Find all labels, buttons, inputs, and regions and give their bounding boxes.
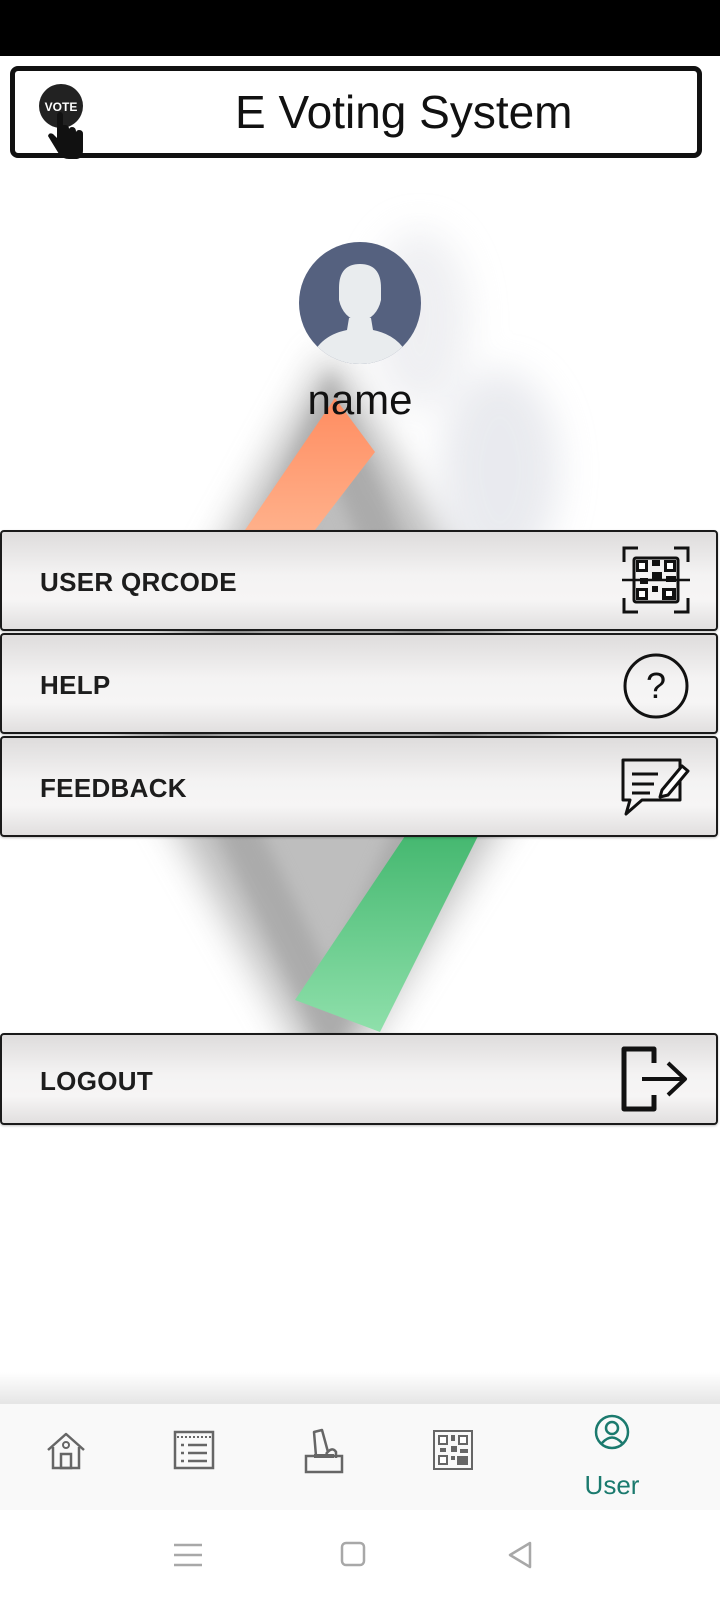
menu-item-label: LOGOUT <box>40 1066 154 1096</box>
user-qrcode-button[interactable]: USER QRCODE <box>0 530 718 631</box>
home-square-icon[interactable] <box>333 1540 373 1570</box>
menu-icon[interactable] <box>168 1540 208 1570</box>
menu-item-label: HELP <box>40 670 111 700</box>
system-nav-bar <box>0 1510 720 1600</box>
list-icon <box>173 1430 215 1470</box>
nav-qrcode[interactable] <box>392 1404 512 1510</box>
back-icon[interactable] <box>500 1540 540 1570</box>
profile-name: name <box>307 376 413 423</box>
nav-home[interactable] <box>6 1404 126 1510</box>
vote-logo-icon: VOTE <box>39 84 83 159</box>
help-icon: ? <box>623 653 689 719</box>
menu-item-label: FEEDBACK <box>40 773 187 803</box>
svg-text:?: ? <box>646 665 666 706</box>
app-header: VOTE E Voting System <box>10 66 702 159</box>
nav-vote[interactable] <box>264 1404 384 1510</box>
svg-text:VOTE: VOTE <box>45 100 78 114</box>
menu-item-label: USER QRCODE <box>40 567 237 597</box>
bottom-nav: User <box>0 1404 720 1510</box>
nav-user[interactable]: User <box>552 1404 672 1510</box>
user-icon <box>594 1414 630 1450</box>
ballot-box-icon <box>304 1428 344 1474</box>
nav-list[interactable] <box>134 1404 254 1510</box>
qrcode-scan-icon <box>622 546 690 614</box>
status-bar <box>0 0 720 56</box>
qrcode-icon <box>433 1430 473 1470</box>
feedback-icon <box>621 758 690 816</box>
app-title: E Voting System <box>235 86 573 138</box>
logout-button[interactable]: LOGOUT <box>0 1033 718 1125</box>
avatar <box>299 242 421 364</box>
bottom-nav-shadow <box>0 1372 720 1404</box>
nav-user-label: User <box>584 1470 640 1500</box>
home-icon <box>47 1432 85 1470</box>
feedback-button[interactable]: FEEDBACK <box>0 736 718 837</box>
logout-icon <box>621 1046 687 1112</box>
help-button[interactable]: HELP ? <box>0 633 718 734</box>
